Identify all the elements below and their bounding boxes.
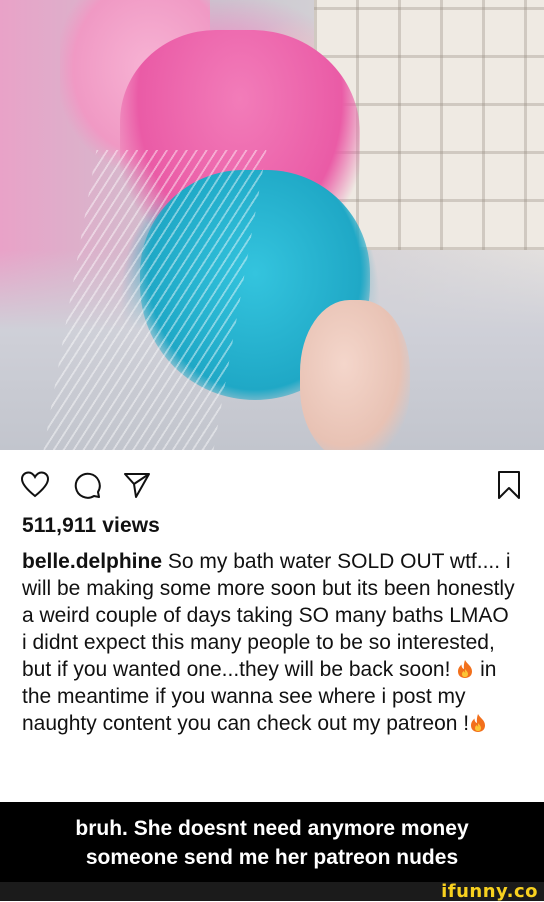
caption-text-2a: i didnt expect this many people to be so… bbox=[22, 631, 495, 681]
caption-paragraph-1: belle.delphine So my bath water SOLD OUT… bbox=[22, 548, 527, 629]
watermark-bar: ifunny.co bbox=[0, 882, 544, 901]
comment-icon[interactable] bbox=[72, 470, 102, 500]
view-count: 511,911 views bbox=[22, 514, 160, 537]
paper-plane-icon[interactable] bbox=[122, 470, 152, 500]
meme-caption-line-1: bruh. She doesnt need anymore money bbox=[75, 817, 469, 840]
photo-leg bbox=[300, 300, 410, 450]
fire-emoji-icon bbox=[458, 660, 473, 678]
bookmark-icon[interactable] bbox=[494, 470, 524, 500]
heart-icon[interactable] bbox=[20, 470, 50, 500]
post-action-bar bbox=[0, 460, 544, 510]
fire-emoji-icon bbox=[471, 714, 486, 732]
meme-caption-banner: bruh. She doesnt need anymore money some… bbox=[0, 802, 544, 882]
caption-paragraph-2: i didnt expect this many people to be so… bbox=[22, 629, 527, 737]
meme-caption-line-2: someone send me her patreon nudes bbox=[85, 846, 459, 869]
ifunny-watermark: ifunny.co bbox=[441, 881, 538, 902]
post-photo bbox=[0, 0, 544, 450]
username-link[interactable]: belle.delphine bbox=[22, 550, 162, 573]
post-caption: belle.delphine So my bath water SOLD OUT… bbox=[22, 548, 527, 737]
